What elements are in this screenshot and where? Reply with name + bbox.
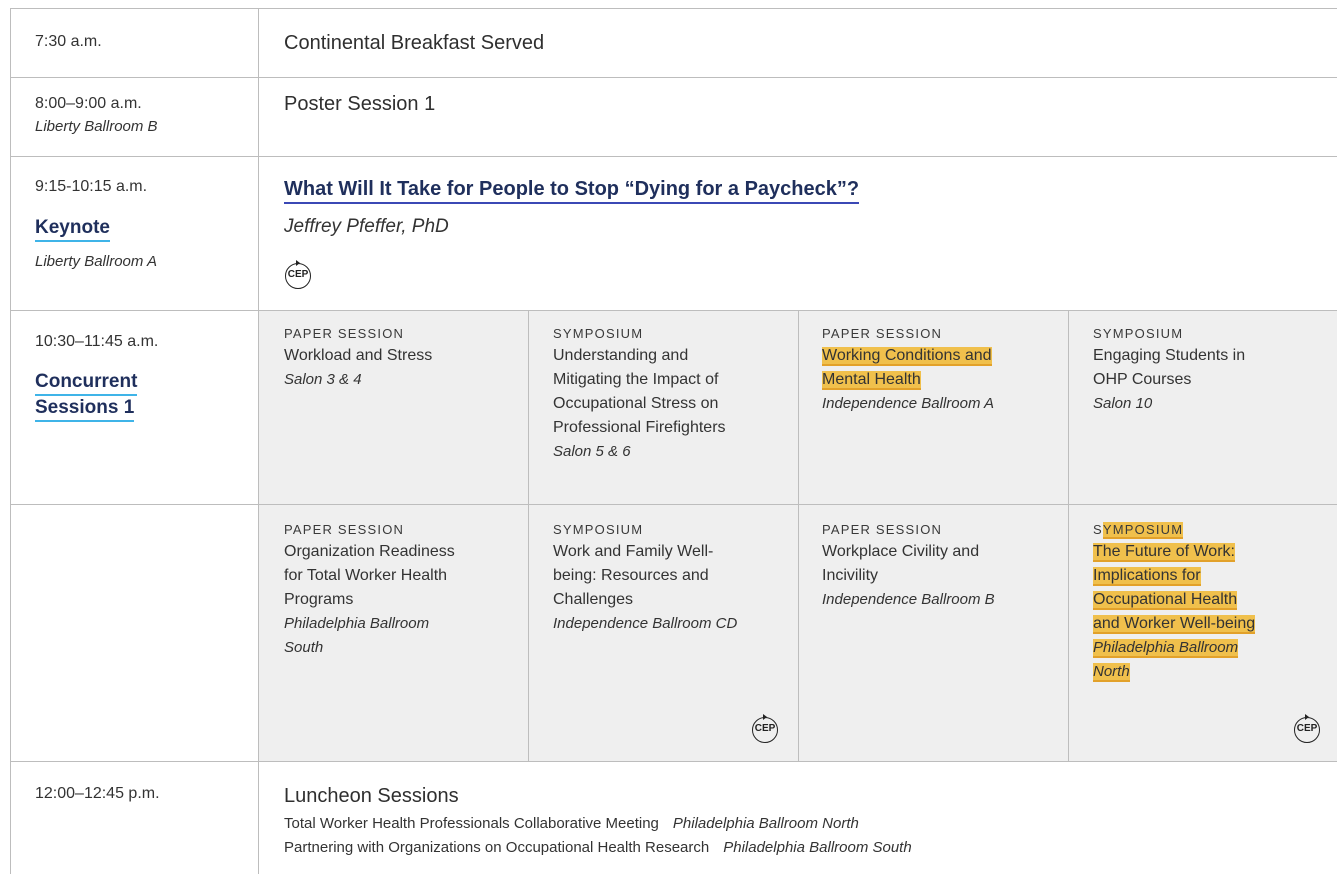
session-type: SYMPOSIUM bbox=[553, 326, 644, 341]
cep-badge-icon: CEP bbox=[285, 260, 311, 289]
row-divider bbox=[10, 77, 1337, 78]
keynote-room: Liberty Ballroom A bbox=[35, 253, 157, 270]
keynote-label[interactable]: Keynote bbox=[35, 216, 110, 242]
session-title: Workload and Stress bbox=[284, 347, 433, 364]
session-room: Salon 10 bbox=[1093, 395, 1153, 412]
poster-time-block: 8:00–9:00 a.m. Liberty Ballroom B bbox=[35, 92, 158, 138]
luncheon-item: Total Worker Health Professionals Collab… bbox=[284, 812, 859, 835]
luncheon-item: Partnering with Organizations on Occupat… bbox=[284, 836, 912, 859]
session-card[interactable]: PAPER SESSION Workplace Civility and Inc… bbox=[822, 520, 1072, 612]
time-column-divider bbox=[258, 8, 259, 874]
keynote-speaker: Jeffrey Pfeffer, PhD bbox=[284, 216, 449, 237]
row-divider bbox=[10, 8, 1337, 9]
keynote-time: 9:15-10:15 a.m. bbox=[35, 178, 148, 195]
cep-badge-icon: CEP bbox=[1294, 714, 1320, 743]
session-room: Salon 3 & 4 bbox=[284, 371, 362, 388]
session-card-highlighted[interactable]: SYMPOSIUM The Future of Work: Implicatio… bbox=[1093, 520, 1313, 684]
session-title-line-highlighted: Occupational Health bbox=[1093, 591, 1238, 608]
session-card[interactable]: SYMPOSIUM Understanding and Mitigating t… bbox=[553, 324, 803, 464]
session-type: SYMPOSIUM bbox=[553, 522, 644, 537]
session-title-line: Occupational Stress on bbox=[553, 395, 719, 412]
session-room: South bbox=[284, 639, 324, 656]
breakfast-title: Continental Breakfast Served bbox=[284, 32, 545, 54]
session-room-highlighted: Philadelphia Ballroom bbox=[1093, 639, 1239, 656]
session-title-line: Incivility bbox=[822, 567, 879, 584]
keynote-title-link[interactable]: What Will It Take for People to Stop “Dy… bbox=[284, 176, 860, 204]
row-divider bbox=[10, 761, 1337, 762]
schedule-page: 7:30 a.m. Continental Breakfast Served 8… bbox=[0, 0, 1337, 874]
keynote-link[interactable]: Keynote bbox=[35, 216, 110, 242]
session-room: Independence Ballroom B bbox=[822, 591, 995, 608]
session-room: Salon 5 & 6 bbox=[553, 443, 631, 460]
session-room: Independence Ballroom A bbox=[822, 395, 995, 412]
row-divider bbox=[10, 156, 1337, 157]
session-type: SYMPOSIUM bbox=[1093, 326, 1184, 341]
luncheon-time: 12:00–12:45 p.m. bbox=[35, 785, 160, 802]
session-title-line-highlighted: Working Conditions and bbox=[822, 347, 992, 364]
session-title-line: Challenges bbox=[553, 591, 634, 608]
session-title-line-highlighted: Implications for bbox=[1093, 567, 1201, 584]
session-title-line: Programs bbox=[284, 591, 354, 608]
session-title-line: Work and Family Well- bbox=[553, 543, 714, 560]
session-type: SYMPOSIUM bbox=[1093, 522, 1184, 537]
session-title-line: Understanding and bbox=[553, 347, 689, 364]
session-room: Independence Ballroom CD bbox=[553, 615, 738, 632]
session-title-line-highlighted: Mental Health bbox=[822, 371, 921, 388]
session-type: PAPER SESSION bbox=[822, 326, 943, 341]
session-title-line: OHP Courses bbox=[1093, 371, 1192, 388]
luncheon-item-name: Total Worker Health Professionals Collab… bbox=[284, 815, 659, 832]
session-card[interactable]: SYMPOSIUM Engaging Students in OHP Cours… bbox=[1093, 324, 1323, 416]
session-title-line: Organization Readiness bbox=[284, 543, 455, 560]
session-title-line: Workplace Civility and bbox=[822, 543, 980, 560]
luncheon-title: Luncheon Sessions bbox=[284, 785, 459, 807]
session-title-line: being: Resources and bbox=[553, 567, 709, 584]
row-divider bbox=[10, 504, 1337, 505]
poster-room: Liberty Ballroom B bbox=[35, 118, 158, 135]
row-divider bbox=[10, 310, 1337, 311]
cep-badge-icon: CEP bbox=[752, 714, 778, 743]
session-title-line: for Total Worker Health bbox=[284, 567, 448, 584]
breakfast-time: 7:30 a.m. bbox=[35, 33, 102, 50]
poster-title: Poster Session 1 bbox=[284, 93, 436, 115]
session-type: PAPER SESSION bbox=[284, 326, 405, 341]
session-card[interactable]: SYMPOSIUM Work and Family Well- being: R… bbox=[553, 520, 803, 636]
session-card[interactable]: PAPER SESSION Working Conditions and Men… bbox=[822, 324, 1072, 416]
luncheon-item-room: Philadelphia Ballroom South bbox=[723, 839, 912, 856]
session-room-highlighted: North bbox=[1093, 663, 1130, 680]
session-title-line: Engaging Students in bbox=[1093, 347, 1246, 364]
session-type: PAPER SESSION bbox=[284, 522, 405, 537]
session-title-line-highlighted: The Future of Work: bbox=[1093, 543, 1235, 560]
session-card[interactable]: PAPER SESSION Workload and Stress Salon … bbox=[284, 324, 534, 392]
session-title-line: Mitigating the Impact of bbox=[553, 371, 719, 388]
luncheon-item-room: Philadelphia Ballroom North bbox=[672, 815, 859, 832]
session-title-line-highlighted: and Worker Well-being bbox=[1093, 615, 1256, 632]
session-title-line: Professional Firefighters bbox=[553, 419, 726, 436]
concurrent-sessions-link[interactable]: Concurrent Sessions 1 bbox=[35, 370, 138, 422]
concurrent-label-line2[interactable]: Sessions 1 bbox=[35, 396, 135, 422]
poster-time: 8:00–9:00 a.m. bbox=[35, 95, 142, 112]
luncheon-item-name: Partnering with Organizations on Occupat… bbox=[284, 839, 710, 856]
session-type: PAPER SESSION bbox=[822, 522, 943, 537]
left-border bbox=[10, 8, 11, 874]
concurrent-time: 10:30–11:45 a.m. bbox=[35, 333, 159, 350]
session-room: Philadelphia Ballroom bbox=[284, 615, 430, 632]
concurrent-label-line1[interactable]: Concurrent bbox=[35, 370, 138, 396]
session-card[interactable]: PAPER SESSION Organization Readiness for… bbox=[284, 520, 534, 660]
